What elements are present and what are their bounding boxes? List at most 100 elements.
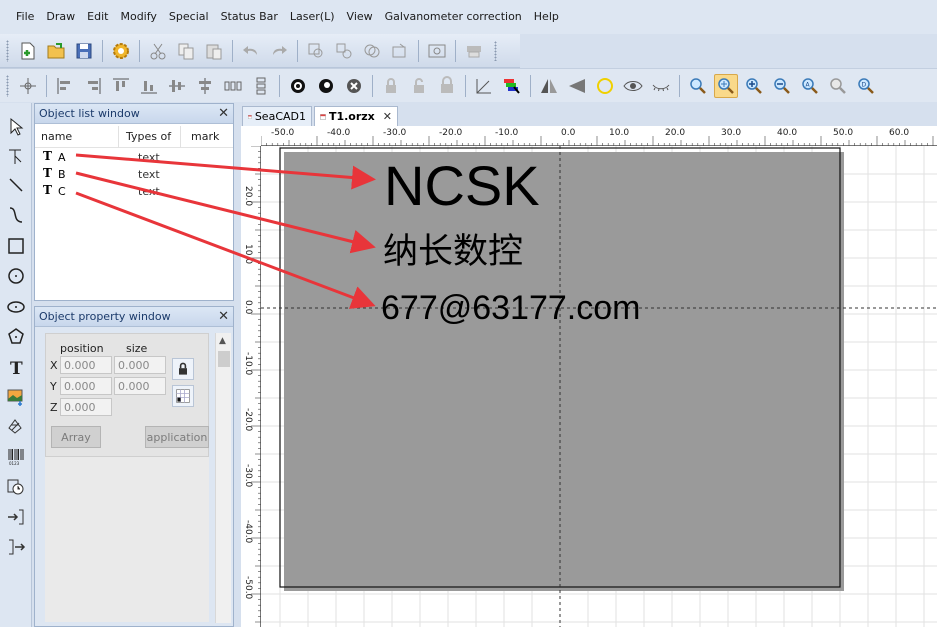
stop-icon[interactable] [342, 74, 366, 98]
column-name-header[interactable]: name [41, 130, 72, 143]
curve-tool-icon[interactable] [4, 203, 28, 227]
toolbar-grip[interactable] [6, 39, 9, 62]
toolbar-overflow-grip[interactable] [494, 40, 497, 61]
lock-ratio-button[interactable] [172, 358, 194, 380]
text-tool-icon[interactable]: T [4, 355, 28, 379]
menu-galvanometer-correction[interactable]: Galvanometer correction [379, 0, 528, 34]
menu-status-bar[interactable]: Status Bar [215, 0, 284, 34]
cut-icon[interactable] [146, 39, 170, 63]
eye-icon[interactable] [621, 74, 645, 98]
device-icon[interactable] [462, 39, 486, 63]
canvas-text-chinese[interactable]: 纳长数控 [383, 230, 523, 274]
tab-close-icon[interactable]: ✕ [383, 110, 392, 123]
circle-tool-icon[interactable] [4, 264, 28, 288]
rectangle-tool-icon[interactable] [4, 234, 28, 258]
vector-import-icon[interactable] [4, 414, 28, 438]
align-top-icon[interactable] [109, 74, 133, 98]
ellipse-tool-icon[interactable] [4, 295, 28, 319]
scroll-up-icon[interactable]: ▲ [219, 336, 226, 346]
menu-laser[interactable]: Laser(L) [284, 0, 341, 34]
mark-icon[interactable] [286, 74, 310, 98]
distribute-h-icon[interactable] [221, 74, 245, 98]
object-row-b[interactable]: T B text [35, 166, 233, 183]
align-vcenter-icon[interactable] [193, 74, 217, 98]
size-height-field[interactable]: 0.000 [114, 377, 166, 395]
application-button[interactable]: application [145, 426, 209, 448]
copy-icon[interactable] [174, 39, 198, 63]
ellipse-outline-icon[interactable] [593, 74, 617, 98]
center-align-icon[interactable] [16, 74, 40, 98]
zoom-selection-icon[interactable] [826, 74, 850, 98]
menu-help[interactable]: Help [528, 0, 565, 34]
drawing-canvas[interactable]: -50.0 -40.0 -30.0 -20.0 -10.0 0.0 10.0 2… [241, 126, 937, 627]
size-width-field[interactable]: 0.000 [114, 356, 166, 374]
eye-closed-icon[interactable] [649, 74, 673, 98]
tab-seacad1[interactable]: SeaCAD1 [242, 106, 312, 126]
open-folder-icon[interactable] [44, 39, 68, 63]
lock-icon[interactable] [379, 74, 403, 98]
new-file-icon[interactable] [16, 39, 40, 63]
group-icon[interactable] [304, 39, 328, 63]
image-frame-icon[interactable] [425, 39, 449, 63]
align-bottom-icon[interactable] [137, 74, 161, 98]
position-x-field[interactable]: 0.000 [60, 356, 112, 374]
ungroup-icon[interactable] [332, 39, 356, 63]
polygon-tool-icon[interactable] [4, 325, 28, 349]
menu-modify[interactable]: Modify [114, 0, 162, 34]
canvas-text-ncsk[interactable]: NCSK [384, 154, 540, 218]
column-separator[interactable] [180, 126, 181, 148]
red-light-icon[interactable] [314, 74, 338, 98]
anchor-point-button[interactable] [172, 385, 194, 407]
zoom-out-icon[interactable] [770, 74, 794, 98]
position-y-field[interactable]: 0.000 [60, 377, 112, 395]
object-list-close-icon[interactable]: ✕ [218, 106, 229, 121]
property-scrollbar[interactable]: ▲ [215, 333, 231, 623]
output-port-icon[interactable] [4, 535, 28, 559]
line-tool-icon[interactable] [4, 173, 28, 197]
tab-t1-orzx[interactable]: T1.orzx ✕ [314, 106, 398, 126]
unlock-icon[interactable] [407, 74, 431, 98]
toolbar-grip[interactable] [6, 74, 9, 97]
menu-file[interactable]: File [10, 0, 40, 34]
unlock-all-icon[interactable] [435, 74, 459, 98]
zoom-all-icon[interactable]: A [798, 74, 822, 98]
image-tool-icon[interactable] [4, 385, 28, 409]
node-select-icon[interactable] [4, 144, 28, 168]
array-button[interactable]: Array [51, 426, 101, 448]
mirror-vertical-icon[interactable] [565, 74, 589, 98]
node-edit-icon[interactable] [472, 74, 496, 98]
menu-special[interactable]: Special [163, 0, 215, 34]
column-separator[interactable] [118, 126, 119, 148]
menu-draw[interactable]: Draw [40, 0, 81, 34]
pan-zoom-icon[interactable] [714, 73, 738, 98]
zoom-page-icon[interactable]: D [854, 74, 878, 98]
scroll-thumb[interactable] [218, 351, 230, 367]
position-z-field[interactable]: 0.000 [60, 398, 112, 416]
input-port-icon[interactable] [4, 505, 28, 529]
align-right-icon[interactable] [81, 74, 105, 98]
mirror-horizontal-icon[interactable] [537, 74, 561, 98]
select-pointer-icon[interactable] [4, 115, 28, 139]
zoom-in-icon[interactable] [742, 74, 766, 98]
align-hcenter-icon[interactable] [165, 74, 189, 98]
undo-icon[interactable] [239, 39, 263, 63]
break-apart-icon[interactable] [388, 39, 412, 63]
combine-icon[interactable] [360, 39, 384, 63]
color-layer-icon[interactable] [500, 74, 524, 98]
barcode-tool-icon[interactable]: 0123 [4, 444, 28, 468]
align-left-icon[interactable] [53, 74, 77, 98]
settings-gear-icon[interactable] [109, 39, 133, 63]
paste-icon[interactable] [202, 39, 226, 63]
menu-view[interactable]: View [341, 0, 379, 34]
distribute-v-icon[interactable] [249, 74, 273, 98]
zoom-icon[interactable] [686, 74, 710, 98]
object-row-a[interactable]: T A text [35, 149, 233, 166]
object-property-close-icon[interactable]: ✕ [218, 309, 229, 324]
save-icon[interactable] [72, 39, 96, 63]
redo-icon[interactable] [267, 39, 291, 63]
column-type-header[interactable]: Types of [126, 130, 171, 143]
menu-edit[interactable]: Edit [81, 0, 114, 34]
column-mark-header[interactable]: mark [191, 130, 219, 143]
timer-tool-icon[interactable] [4, 475, 28, 499]
object-row-c[interactable]: T C text [35, 183, 233, 200]
